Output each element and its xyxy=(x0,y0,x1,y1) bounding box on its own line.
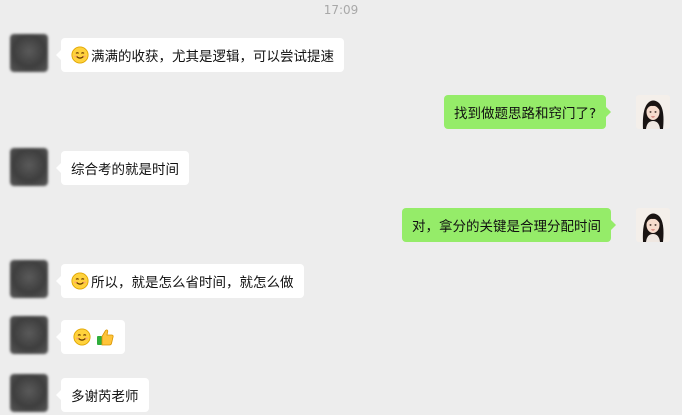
message-text: 满满的收获，尤其是逻辑，可以尝试提速 xyxy=(91,49,334,65)
message-text: 综合考的就是时间 xyxy=(71,162,179,178)
outgoing-message-bubble[interactable]: 找到做题思路和窍门了? xyxy=(444,95,612,129)
message-text: 找到做题思路和窍门了? xyxy=(454,106,597,122)
user-avatar[interactable] xyxy=(636,208,670,242)
contact-avatar[interactable] xyxy=(10,374,48,412)
incoming-message-bubble[interactable]: 多谢芮老师 xyxy=(56,378,149,412)
message-text: 多谢芮老师 xyxy=(71,389,139,405)
thumbs-up-emoji-icon xyxy=(97,329,114,346)
smile-emoji-icon xyxy=(73,328,91,346)
contact-avatar[interactable] xyxy=(10,148,48,186)
message-text: 对，拿分的关键是合理分配时间 xyxy=(412,219,601,235)
outgoing-message-bubble[interactable]: 对，拿分的关键是合理分配时间 xyxy=(402,208,616,242)
contact-avatar[interactable] xyxy=(10,316,48,354)
incoming-message-bubble[interactable] xyxy=(56,320,125,354)
message-timestamp: 17:09 xyxy=(323,3,359,17)
smile-emoji-icon xyxy=(71,46,89,64)
incoming-message-bubble[interactable]: 满满的收获，尤其是逻辑，可以尝试提速 xyxy=(56,38,344,72)
message-text: 所以，就是怎么省时间，就怎么做 xyxy=(91,275,294,291)
user-avatar[interactable] xyxy=(636,95,670,129)
incoming-message-bubble[interactable]: 所以，就是怎么省时间，就怎么做 xyxy=(56,264,304,298)
user-portrait-image xyxy=(636,95,670,129)
smile-emoji-icon xyxy=(71,272,89,290)
user-portrait-image xyxy=(636,208,670,242)
incoming-message-bubble[interactable]: 综合考的就是时间 xyxy=(56,151,189,185)
contact-avatar[interactable] xyxy=(10,260,48,298)
contact-avatar[interactable] xyxy=(10,34,48,72)
